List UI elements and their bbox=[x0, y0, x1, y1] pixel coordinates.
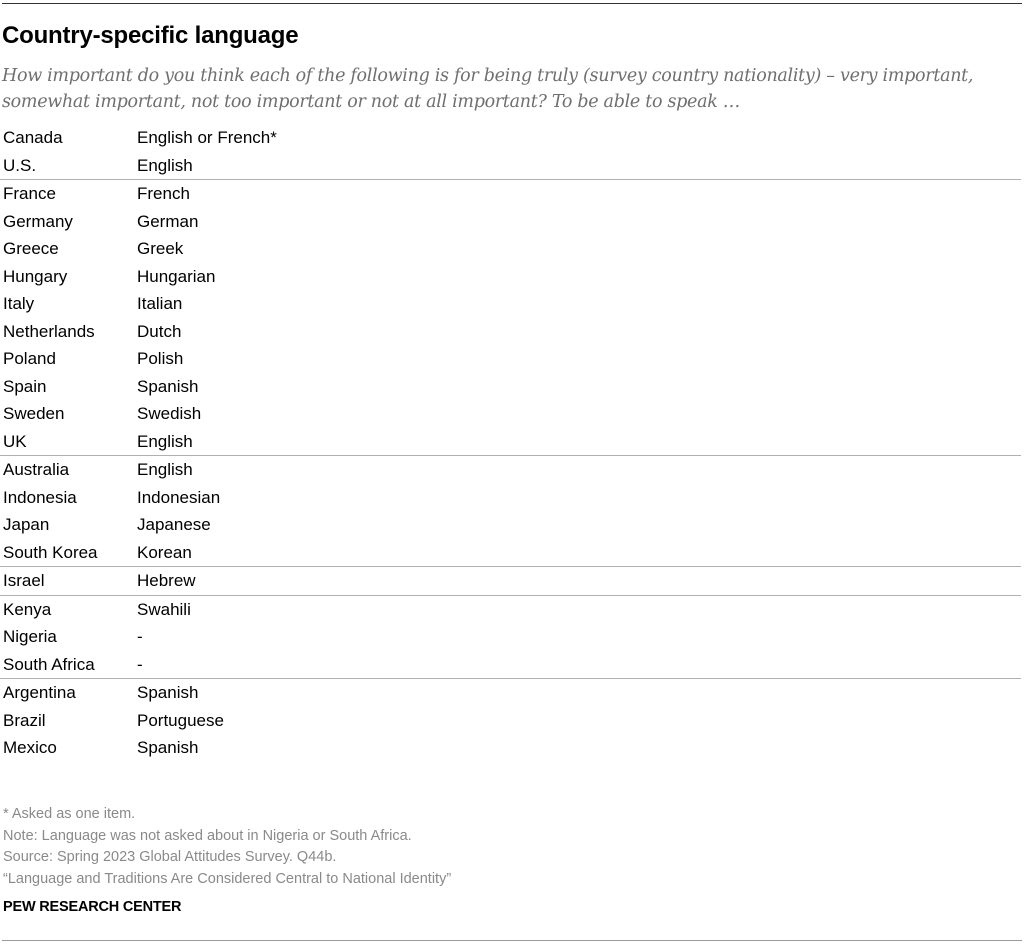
table-row: Greece Greek bbox=[0, 235, 1021, 263]
language-name: Polish bbox=[137, 349, 184, 368]
country-name: Japan bbox=[3, 515, 50, 534]
country-name: Hungary bbox=[3, 266, 68, 286]
language-name: English bbox=[137, 155, 193, 175]
table-row: Italy Italian bbox=[0, 290, 1021, 318]
table-row: Germany German bbox=[0, 208, 1021, 236]
table-row: South Korea Korean bbox=[0, 539, 1021, 567]
language-name: Spanish bbox=[137, 376, 199, 396]
country-name: Kenya bbox=[3, 599, 52, 619]
table-row: Brazil Portuguese bbox=[0, 707, 1021, 735]
country-group: France French Germany German Greece Greek Hung… bbox=[0, 180, 1021, 455]
table-row: Hungary Hungarian bbox=[0, 263, 1021, 291]
footnote-report-title: “Language and Traditions Are Considered … bbox=[3, 870, 452, 887]
language-name: Dutch bbox=[137, 321, 182, 341]
top-rule bbox=[2, 3, 1022, 4]
language-name: Japanese bbox=[137, 515, 211, 534]
country-name: Argentina bbox=[3, 683, 76, 702]
language-name: Indonesian bbox=[137, 487, 221, 507]
country-name: Germany bbox=[3, 211, 73, 231]
language-name: English bbox=[137, 431, 193, 451]
brand-logo-text: PEW RESEARCH CENTER bbox=[3, 899, 182, 915]
language-name: Spanish bbox=[137, 683, 199, 702]
country-name: South Korea bbox=[3, 542, 98, 562]
country-name: Israel bbox=[3, 571, 45, 590]
language-name: Swahili bbox=[137, 599, 191, 619]
country-group: Canada English or French* U.S. English bbox=[0, 124, 1021, 179]
country-name: Sweden bbox=[3, 404, 65, 423]
question-subtitle: How important do you think each of the f… bbox=[2, 66, 974, 112]
country-name: Greece bbox=[3, 239, 59, 258]
language-name: French bbox=[137, 184, 190, 203]
country-name: Canada bbox=[3, 128, 63, 147]
language-name: Hebrew bbox=[137, 571, 196, 590]
country-name: Australia bbox=[3, 460, 70, 479]
table-row: Nigeria - bbox=[0, 623, 1021, 651]
table-row: South Africa - bbox=[0, 651, 1021, 679]
country-name: U.S. bbox=[3, 155, 37, 175]
country-group: Argentina Spanish Brazil Portuguese Mexico Sp… bbox=[0, 679, 1021, 762]
language-name: English or French* bbox=[137, 128, 277, 147]
country-name: Nigeria bbox=[3, 627, 57, 646]
table-row: UK English bbox=[0, 428, 1021, 456]
table-row: Japan Japanese bbox=[0, 511, 1021, 539]
country-group: Israel Hebrew bbox=[0, 567, 1021, 595]
language-name: Korean bbox=[137, 542, 192, 562]
footnote-source: Source: Spring 2023 Global Attitudes Sur… bbox=[3, 849, 337, 865]
table-row: Australia English bbox=[0, 456, 1021, 484]
country-name: France bbox=[3, 184, 56, 203]
language-name: Spanish bbox=[137, 738, 199, 757]
footnote-note: Note: Language was not asked about in Ni… bbox=[3, 827, 412, 844]
country-name: Poland bbox=[3, 349, 56, 368]
table-row: Mexico Spanish bbox=[0, 734, 1021, 762]
language-name: German bbox=[137, 211, 199, 231]
country-name: Mexico bbox=[3, 738, 57, 757]
table-row: Sweden Swedish bbox=[0, 400, 1021, 428]
footnote-asterisk: * Asked as one item. bbox=[3, 806, 136, 822]
country-name: Brazil bbox=[3, 710, 46, 730]
footnotes: * Asked as one item. Note: Language was … bbox=[3, 804, 451, 890]
table-row: France French bbox=[0, 180, 1021, 208]
country-name: Spain bbox=[3, 376, 47, 396]
country-group: Kenya Swahili Nigeria - South Africa - bbox=[0, 596, 1021, 679]
country-group: Australia English Indonesia Indonesian Japan… bbox=[0, 456, 1021, 566]
table-row: Netherlands Dutch bbox=[0, 318, 1021, 346]
page-title: Country-specific language bbox=[2, 22, 299, 49]
table-row: Poland Polish bbox=[0, 345, 1021, 373]
language-name: Hungarian bbox=[137, 266, 216, 286]
language-name: - bbox=[137, 654, 143, 674]
table-row: Israel Hebrew bbox=[0, 567, 1021, 595]
table-row: U.S. English bbox=[0, 152, 1021, 180]
language-name: English bbox=[137, 460, 193, 479]
language-name: Portuguese bbox=[137, 710, 224, 730]
country-language-table: Canada English or French* U.S. English Franc… bbox=[0, 124, 1021, 762]
country-name: Indonesia bbox=[3, 487, 77, 507]
table-row: Kenya Swahili bbox=[0, 596, 1021, 624]
table-row: Argentina Spanish bbox=[0, 679, 1021, 707]
table-row: Canada English or French* bbox=[0, 124, 1021, 152]
country-name: South Africa bbox=[3, 654, 95, 674]
table-row: Spain Spanish bbox=[0, 373, 1021, 401]
language-name: Swedish bbox=[137, 404, 202, 423]
table-row: Indonesia Indonesian bbox=[0, 484, 1021, 512]
country-name: Netherlands bbox=[3, 321, 95, 341]
language-name: Italian bbox=[137, 294, 183, 313]
country-name: UK bbox=[3, 431, 27, 451]
bottom-rule bbox=[2, 940, 1022, 941]
country-name: Italy bbox=[3, 294, 35, 313]
language-name: Greek bbox=[137, 239, 184, 258]
language-name: - bbox=[137, 627, 143, 646]
